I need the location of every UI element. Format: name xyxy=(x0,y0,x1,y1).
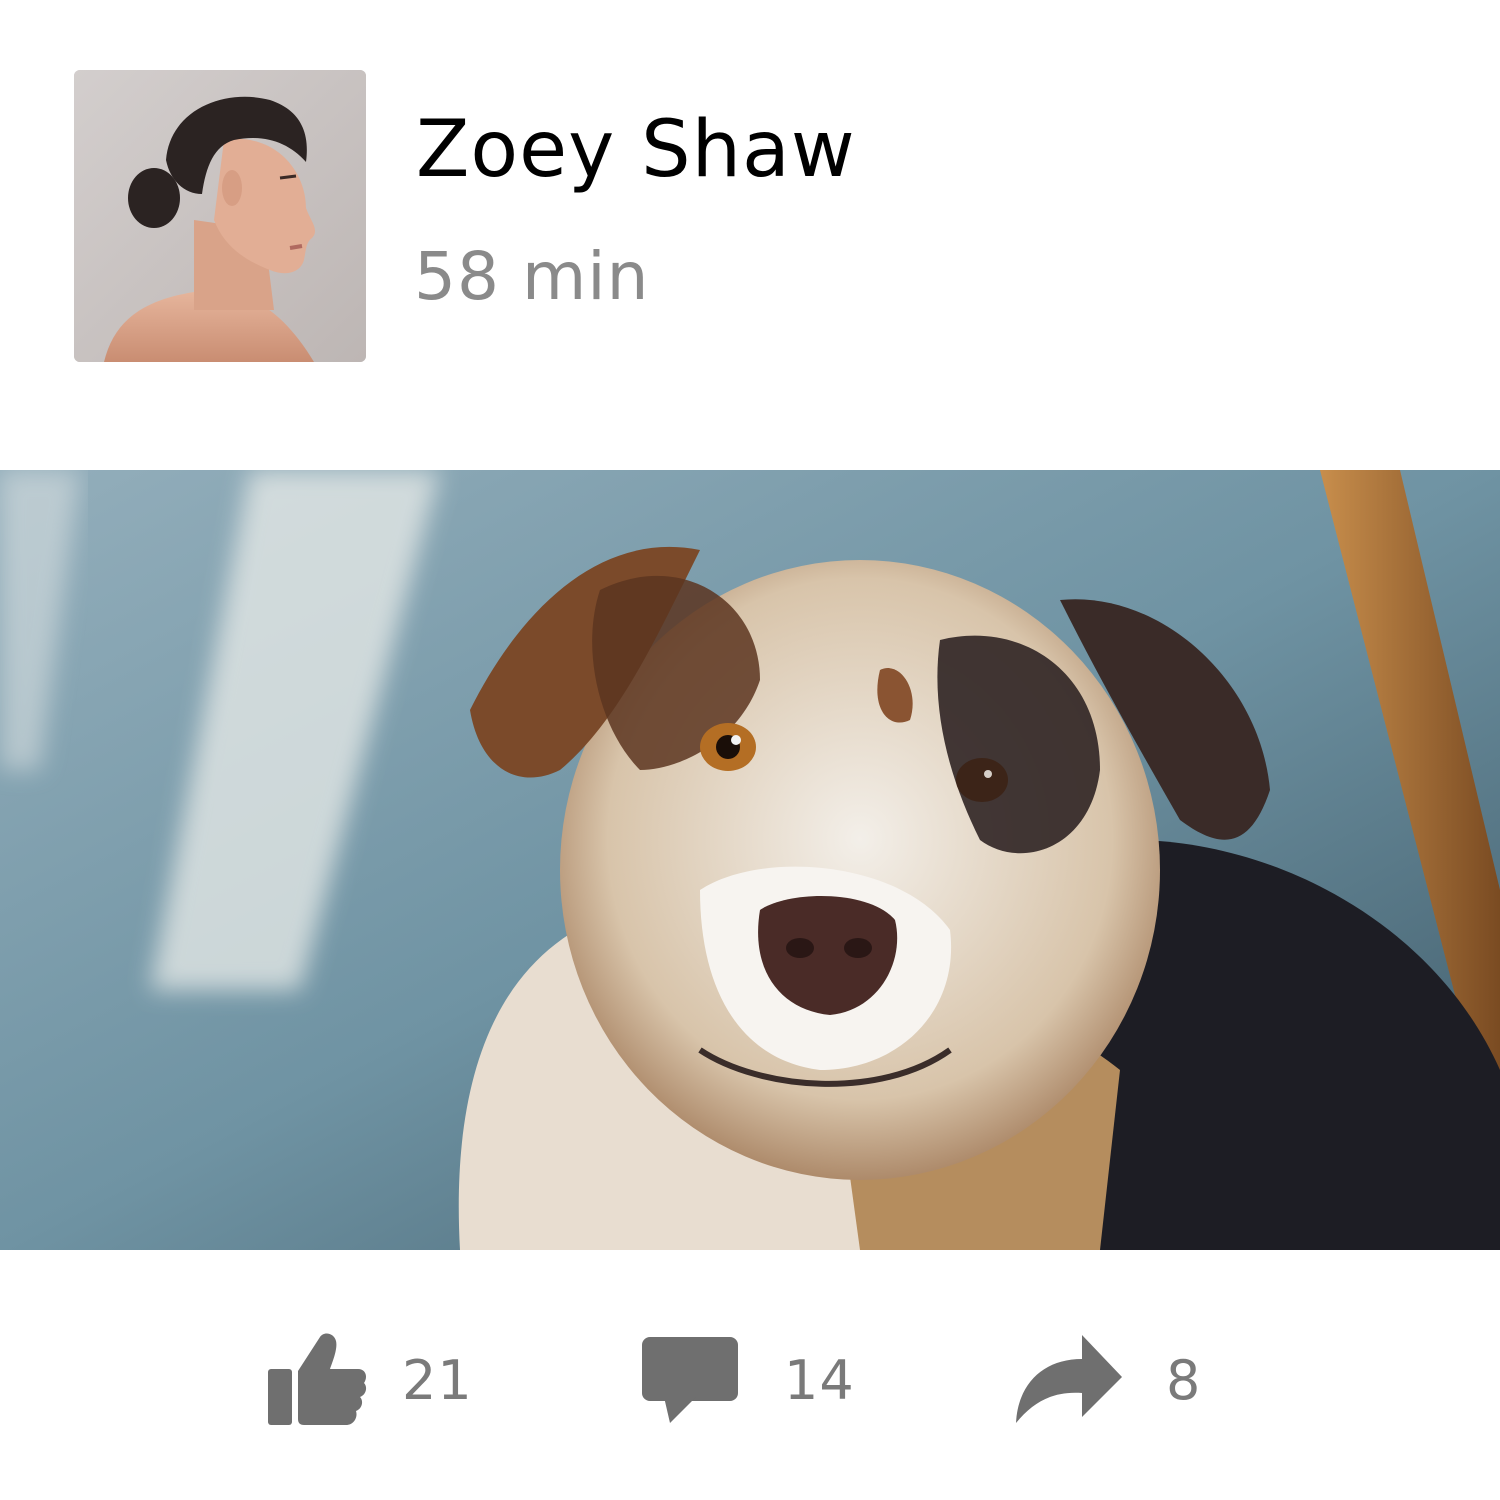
share-button[interactable]: 8 xyxy=(1014,1328,1201,1432)
post-photo[interactable] xyxy=(0,470,1500,1250)
like-count: 21 xyxy=(402,1348,473,1412)
thumbs-up-icon xyxy=(268,1333,367,1425)
comment-count: 14 xyxy=(784,1348,855,1412)
share-count: 8 xyxy=(1166,1348,1202,1412)
comment-button[interactable]: 14 xyxy=(640,1328,855,1432)
avatar[interactable] xyxy=(74,70,366,362)
post-timestamp: 58 min xyxy=(414,238,650,315)
dog-photo xyxy=(0,470,1500,1250)
avatar-photo xyxy=(74,70,366,362)
speech-bubble-icon xyxy=(642,1337,738,1423)
like-button[interactable]: 21 xyxy=(266,1328,473,1432)
author-name[interactable]: Zoey Shaw xyxy=(416,100,856,200)
share-arrow-icon xyxy=(1016,1335,1122,1423)
